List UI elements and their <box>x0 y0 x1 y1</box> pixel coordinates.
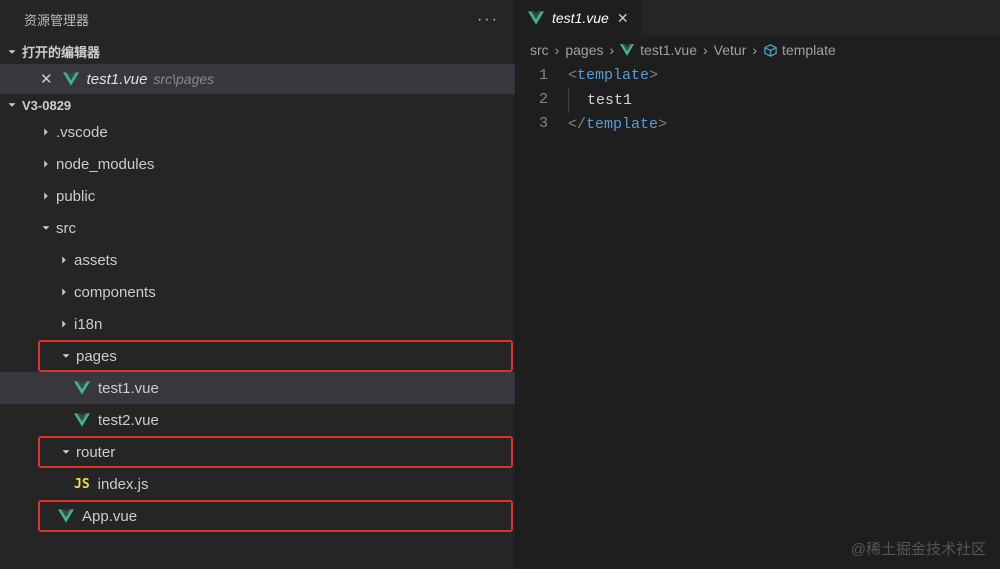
tree-folder-node-modules[interactable]: node_modules <box>0 148 515 180</box>
editor-tabs: test1.vue ✕ <box>516 0 1000 36</box>
tree-folder-pages[interactable]: pages <box>38 340 513 372</box>
sidebar-title: 资源管理器 <box>24 10 89 29</box>
vue-icon <box>74 381 90 395</box>
crumb-vetur[interactable]: Vetur <box>714 42 747 58</box>
line-number: 2 <box>516 88 548 112</box>
chevron-right-icon <box>56 252 72 268</box>
tree-label: index.js <box>98 476 149 493</box>
workspace-section[interactable]: V3-0829 <box>0 94 515 116</box>
breadcrumbs[interactable]: src › pages › test1.vue › Vetur › templa… <box>516 36 1000 64</box>
open-editors-label: 打开的编辑器 <box>22 42 100 61</box>
sidebar-header: 资源管理器 ··· <box>0 0 515 39</box>
chevron-right-icon: › <box>555 42 560 58</box>
chevron-right-icon <box>38 156 54 172</box>
more-actions-icon[interactable]: ··· <box>477 11 499 29</box>
file-tree: .vscode node_modules public src assets c… <box>0 116 515 569</box>
tree-folder-vscode[interactable]: .vscode <box>0 116 515 148</box>
editor-area: test1.vue ✕ src › pages › test1.vue › Ve… <box>516 0 1000 569</box>
open-editor-filename: test1.vue <box>87 71 148 88</box>
tree-label: public <box>56 188 95 205</box>
tree-folder-assets[interactable]: assets <box>0 244 515 276</box>
close-icon[interactable]: ✕ <box>617 10 629 27</box>
code-line: test1 <box>568 88 1000 113</box>
chevron-right-icon: › <box>752 42 757 58</box>
explorer-sidebar: 资源管理器 ··· 打开的编辑器 ✕ test1.vue src\pages V… <box>0 0 516 569</box>
open-editors-section[interactable]: 打开的编辑器 <box>0 39 515 64</box>
vue-icon <box>528 11 544 25</box>
cube-icon <box>763 43 778 58</box>
chevron-right-icon <box>56 284 72 300</box>
tree-file-appvue[interactable]: App.vue <box>38 500 513 532</box>
tree-label: test2.vue <box>98 412 159 429</box>
chevron-right-icon <box>38 188 54 204</box>
tree-file-test1[interactable]: test1.vue <box>0 372 515 404</box>
workspace-name: V3-0829 <box>22 98 71 113</box>
tree-label: test1.vue <box>98 380 159 397</box>
vue-icon <box>63 72 79 86</box>
chevron-down-icon <box>4 44 20 60</box>
code-editor[interactable]: 1 2 3 <template> test1 </template> <box>516 64 1000 137</box>
chevron-down-icon <box>38 220 54 236</box>
open-editor-path: src\pages <box>153 71 214 87</box>
crumb-template[interactable]: template <box>763 42 836 58</box>
chevron-right-icon <box>56 316 72 332</box>
line-numbers: 1 2 3 <box>516 64 568 137</box>
crumb-pages[interactable]: pages <box>565 42 603 58</box>
watermark: @稀土掘金技术社区 <box>851 538 986 559</box>
tree-label: components <box>74 284 156 301</box>
chevron-right-icon: › <box>703 42 708 58</box>
code-line: <template> <box>568 64 1000 88</box>
tree-label: assets <box>74 252 117 269</box>
vue-icon <box>58 509 74 523</box>
vue-icon <box>620 44 634 56</box>
tree-file-test2[interactable]: test2.vue <box>0 404 515 436</box>
tree-label: .vscode <box>56 124 108 141</box>
close-icon[interactable]: ✕ <box>40 70 53 88</box>
js-icon: JS <box>74 477 90 492</box>
code-line: </template> <box>568 113 1000 137</box>
chevron-down-icon <box>4 97 20 113</box>
tree-folder-src[interactable]: src <box>0 212 515 244</box>
tree-folder-components[interactable]: components <box>0 276 515 308</box>
crumb-src[interactable]: src <box>530 42 549 58</box>
chevron-right-icon <box>38 124 54 140</box>
tree-label: pages <box>76 348 117 365</box>
crumb-file[interactable]: test1.vue <box>620 42 697 58</box>
chevron-right-icon: › <box>610 42 615 58</box>
line-number: 3 <box>516 112 548 136</box>
tree-folder-i18n[interactable]: i18n <box>0 308 515 340</box>
tree-file-indexjs[interactable]: JS index.js <box>0 468 515 500</box>
tree-folder-public[interactable]: public <box>0 180 515 212</box>
tree-label: node_modules <box>56 156 154 173</box>
chevron-down-icon <box>58 444 74 460</box>
code-content[interactable]: <template> test1 </template> <box>568 64 1000 137</box>
editor-tab[interactable]: test1.vue ✕ <box>516 0 641 36</box>
open-editor-item[interactable]: ✕ test1.vue src\pages <box>0 64 515 94</box>
line-number: 1 <box>516 64 548 88</box>
tree-label: i18n <box>74 316 102 333</box>
tab-filename: test1.vue <box>552 10 609 26</box>
tree-label: src <box>56 220 76 237</box>
chevron-down-icon <box>58 348 74 364</box>
tree-label: App.vue <box>82 508 137 525</box>
tree-label: router <box>76 444 115 461</box>
vue-icon <box>74 413 90 427</box>
tree-folder-router[interactable]: router <box>38 436 513 468</box>
